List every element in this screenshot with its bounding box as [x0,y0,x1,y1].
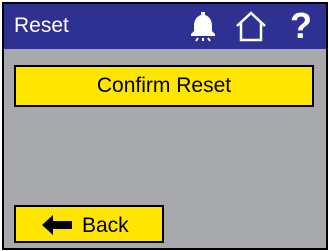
bell-icon[interactable] [189,10,217,42]
help-icon[interactable]: ? [286,5,316,46]
back-button[interactable]: Back [14,205,164,243]
page-title: Reset [14,14,69,37]
header-bar: Reset ? [4,4,326,49]
home-icon[interactable] [234,10,268,42]
left-arrow-icon [42,215,72,235]
reset-screen: Reset ? Confirm Reset Back [2,2,328,250]
help-glyph: ? [290,5,312,46]
confirm-reset-button[interactable]: Confirm Reset [14,65,314,107]
back-label: Back [82,214,129,237]
